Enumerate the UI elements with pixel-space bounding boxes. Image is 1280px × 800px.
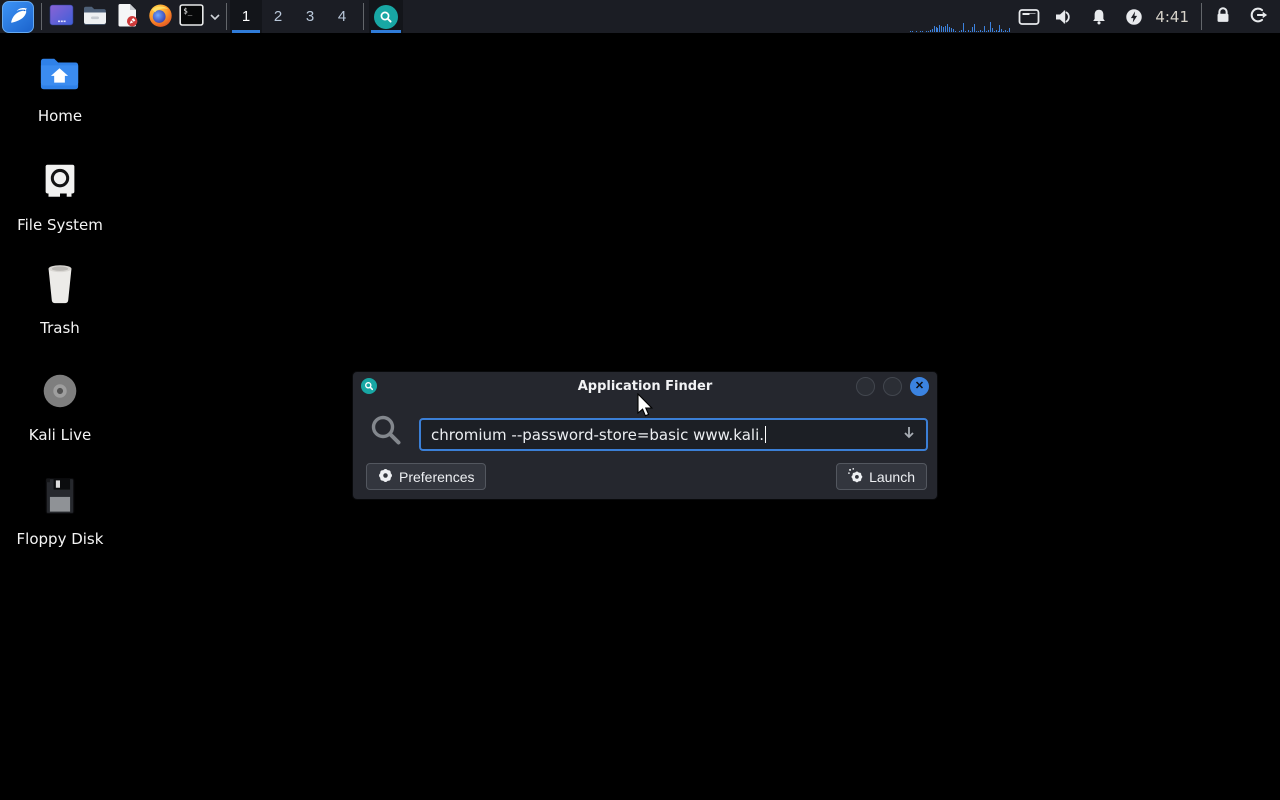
launcher-web-browser[interactable] xyxy=(144,0,177,33)
cpu-graph-bars xyxy=(910,17,1010,32)
panel-separator xyxy=(363,3,364,30)
logout-arrow-icon xyxy=(1248,5,1268,28)
text-caret xyxy=(765,426,766,443)
launcher-file-manager[interactable] xyxy=(78,0,111,33)
launcher-text-editor[interactable] xyxy=(111,0,144,33)
preferences-label: Preferences xyxy=(399,469,474,485)
workspace-4[interactable]: 4 xyxy=(326,0,358,33)
notifications-tray-icon[interactable] xyxy=(1081,0,1116,33)
taskbar-application-finder[interactable] xyxy=(369,0,403,33)
titlebar[interactable]: Application Finder ✕ xyxy=(353,372,937,400)
power-manager-tray-icon[interactable] xyxy=(1116,0,1151,33)
floppy-disk-icon xyxy=(38,474,82,522)
top-panel: $_ 1 2 3 4 xyxy=(0,0,1280,33)
launch-button[interactable]: Launch xyxy=(836,463,927,490)
home-folder-icon xyxy=(37,53,83,99)
panel-separator xyxy=(226,3,227,30)
command-input-value: chromium --password-store=basic www.kali… xyxy=(431,426,764,444)
desktop-icon-home[interactable]: Home xyxy=(8,53,112,125)
desktop-icon-trash[interactable]: Trash xyxy=(8,261,112,337)
workspace-2[interactable]: 2 xyxy=(262,0,294,33)
lock-screen-button[interactable] xyxy=(1205,0,1240,33)
desktop-icon-label: File System xyxy=(17,216,103,234)
desktop-icon-label: Floppy Disk xyxy=(17,530,104,548)
run-gear-icon xyxy=(848,468,863,486)
clock[interactable]: 4:41 xyxy=(1155,8,1189,26)
desktop-icon-label: Trash xyxy=(40,319,80,337)
preferences-button[interactable]: Preferences xyxy=(366,463,486,490)
panel-separator xyxy=(1201,3,1202,30)
terminal-icon: $_ xyxy=(179,3,204,30)
desktop-icon-kali-live[interactable]: Kali Live xyxy=(8,368,112,444)
application-finder-window: Application Finder ✕ chromium --password… xyxy=(352,371,938,500)
launch-label: Launch xyxy=(869,469,915,485)
gear-icon xyxy=(378,468,393,486)
maximize-button[interactable] xyxy=(883,377,902,396)
workspace-1[interactable]: 1 xyxy=(230,0,262,33)
history-dropdown-button[interactable] xyxy=(902,425,916,444)
cpu-graph[interactable] xyxy=(909,0,1011,33)
folder-icon xyxy=(82,3,108,30)
arrow-down-icon xyxy=(902,425,916,444)
document-edit-icon xyxy=(116,2,140,31)
terminal-dropdown-button[interactable] xyxy=(206,0,223,33)
panel-separator xyxy=(41,3,42,30)
chevron-down-icon xyxy=(209,9,221,24)
desktop-icon-label: Kali Live xyxy=(29,426,92,444)
launcher-window-settings[interactable] xyxy=(45,0,78,33)
desktop-icon-label: Home xyxy=(38,107,82,125)
trash-icon xyxy=(39,261,81,311)
launcher-terminal[interactable]: $_ xyxy=(177,0,206,33)
firefox-icon xyxy=(148,3,173,31)
desktop-icon-floppy-disk[interactable]: Floppy Disk xyxy=(8,474,112,548)
purple-window-icon xyxy=(49,3,74,30)
logout-button[interactable] xyxy=(1240,0,1275,33)
close-button[interactable]: ✕ xyxy=(910,377,929,396)
lock-icon xyxy=(1213,5,1233,28)
desktop-icon-file-system[interactable]: File System xyxy=(8,158,112,234)
close-x-icon: ✕ xyxy=(915,381,924,392)
desktop: $_ 1 2 3 4 xyxy=(0,0,1280,800)
volume-tray-icon[interactable] xyxy=(1046,0,1081,33)
window-magnifier-teal-icon xyxy=(361,378,377,394)
window-controls: ✕ xyxy=(856,377,929,396)
kali-dragon-icon xyxy=(6,3,30,30)
search-magnifier-icon xyxy=(369,413,405,453)
command-input[interactable]: chromium --password-store=basic www.kali… xyxy=(419,418,928,451)
minimize-button[interactable] xyxy=(856,377,875,396)
magnifier-teal-icon xyxy=(374,5,398,29)
optical-disc-icon xyxy=(37,368,83,418)
terminal-prompt-glyph: $_ xyxy=(183,7,193,16)
window-title: Application Finder xyxy=(353,379,937,394)
display-tray-icon[interactable] xyxy=(1011,0,1046,33)
workspace-switcher: 1 2 3 4 xyxy=(230,0,358,33)
drive-icon xyxy=(37,158,83,208)
workspace-3[interactable]: 3 xyxy=(294,0,326,33)
applications-menu-button[interactable] xyxy=(2,1,34,33)
